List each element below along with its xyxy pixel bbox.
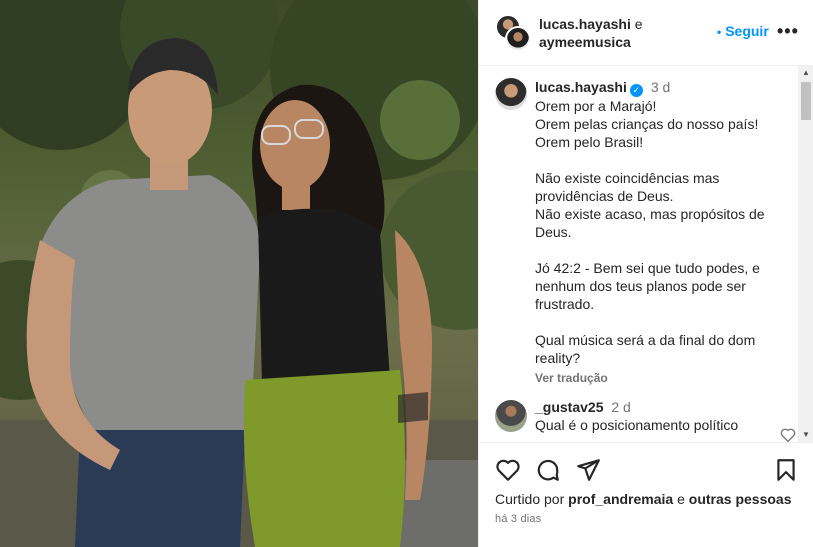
caption-body: lucas.hayashi ✓ 3 d Orem por a Marajó! Ore… [535, 78, 775, 387]
comments-scrollbar[interactable]: ▲ ▼ [798, 66, 813, 442]
heart-icon[interactable] [495, 457, 521, 483]
collab-names: lucas.hayashi e aymeemusica [539, 15, 643, 51]
comment-like-icon[interactable] [780, 428, 796, 442]
comment-username[interactable]: _gustav25 [535, 399, 603, 415]
follow-label: Seguir [725, 23, 769, 39]
scrollbar-thumb[interactable] [801, 82, 811, 120]
caption-time[interactable]: 3 d [651, 79, 670, 95]
scroll-down-arrow-icon[interactable]: ▼ [798, 428, 813, 442]
post-side-panel: lucas.hayashi e aymeemusica • Seguir ••• … [478, 0, 813, 547]
caption-avatar[interactable] [495, 78, 527, 110]
post-image[interactable] [0, 0, 478, 547]
bookmark-icon[interactable] [773, 457, 799, 483]
collab-avatars[interactable] [495, 14, 531, 52]
post-photo-illustration [0, 0, 478, 547]
see-translation-link[interactable]: Ver tradução [535, 369, 775, 387]
follow-dot: • [717, 25, 722, 39]
liked-by: Curtido por prof_andremaia e outras pess… [495, 491, 792, 507]
comment-body: _gustav25 2 d Qual é o posicionamento po… [535, 398, 765, 434]
send-icon[interactable] [575, 457, 601, 483]
follow-button[interactable]: • Seguir [717, 23, 769, 39]
post-header: lucas.hayashi e aymeemusica • Seguir ••• [479, 0, 813, 66]
caption-text: Orem por a Marajó! Orem pelas crianças d… [535, 98, 765, 366]
comment-time[interactable]: 2 d [611, 399, 630, 415]
post-actions: Curtido por prof_andremaia e outras pess… [479, 442, 813, 547]
comment-text: Qual é o posicionamento político [535, 417, 739, 433]
scroll-up-arrow-icon[interactable]: ▲ [798, 66, 813, 80]
author-connector: e [634, 16, 643, 32]
author-2-link[interactable]: aymeemusica [539, 34, 631, 50]
post-time-ago[interactable]: há 3 dias [495, 513, 541, 525]
comment-avatar[interactable] [495, 400, 527, 432]
liked-connector: e [677, 491, 685, 507]
avatar-aymee[interactable] [505, 26, 531, 52]
comments-list[interactable]: lucas.hayashi ✓ 3 d Orem por a Marajó! Ore… [479, 66, 813, 442]
comment-icon[interactable] [535, 457, 561, 483]
verified-badge-icon: ✓ [629, 84, 643, 97]
liked-prefix: Curtido por [495, 491, 565, 507]
liked-user-link[interactable]: prof_andremaia [568, 491, 673, 507]
caption-username[interactable]: lucas.hayashi [535, 79, 627, 95]
author-1-link[interactable]: lucas.hayashi [539, 16, 631, 32]
liked-others-link[interactable]: outras pessoas [689, 491, 792, 507]
more-options-icon[interactable]: ••• [777, 22, 799, 40]
